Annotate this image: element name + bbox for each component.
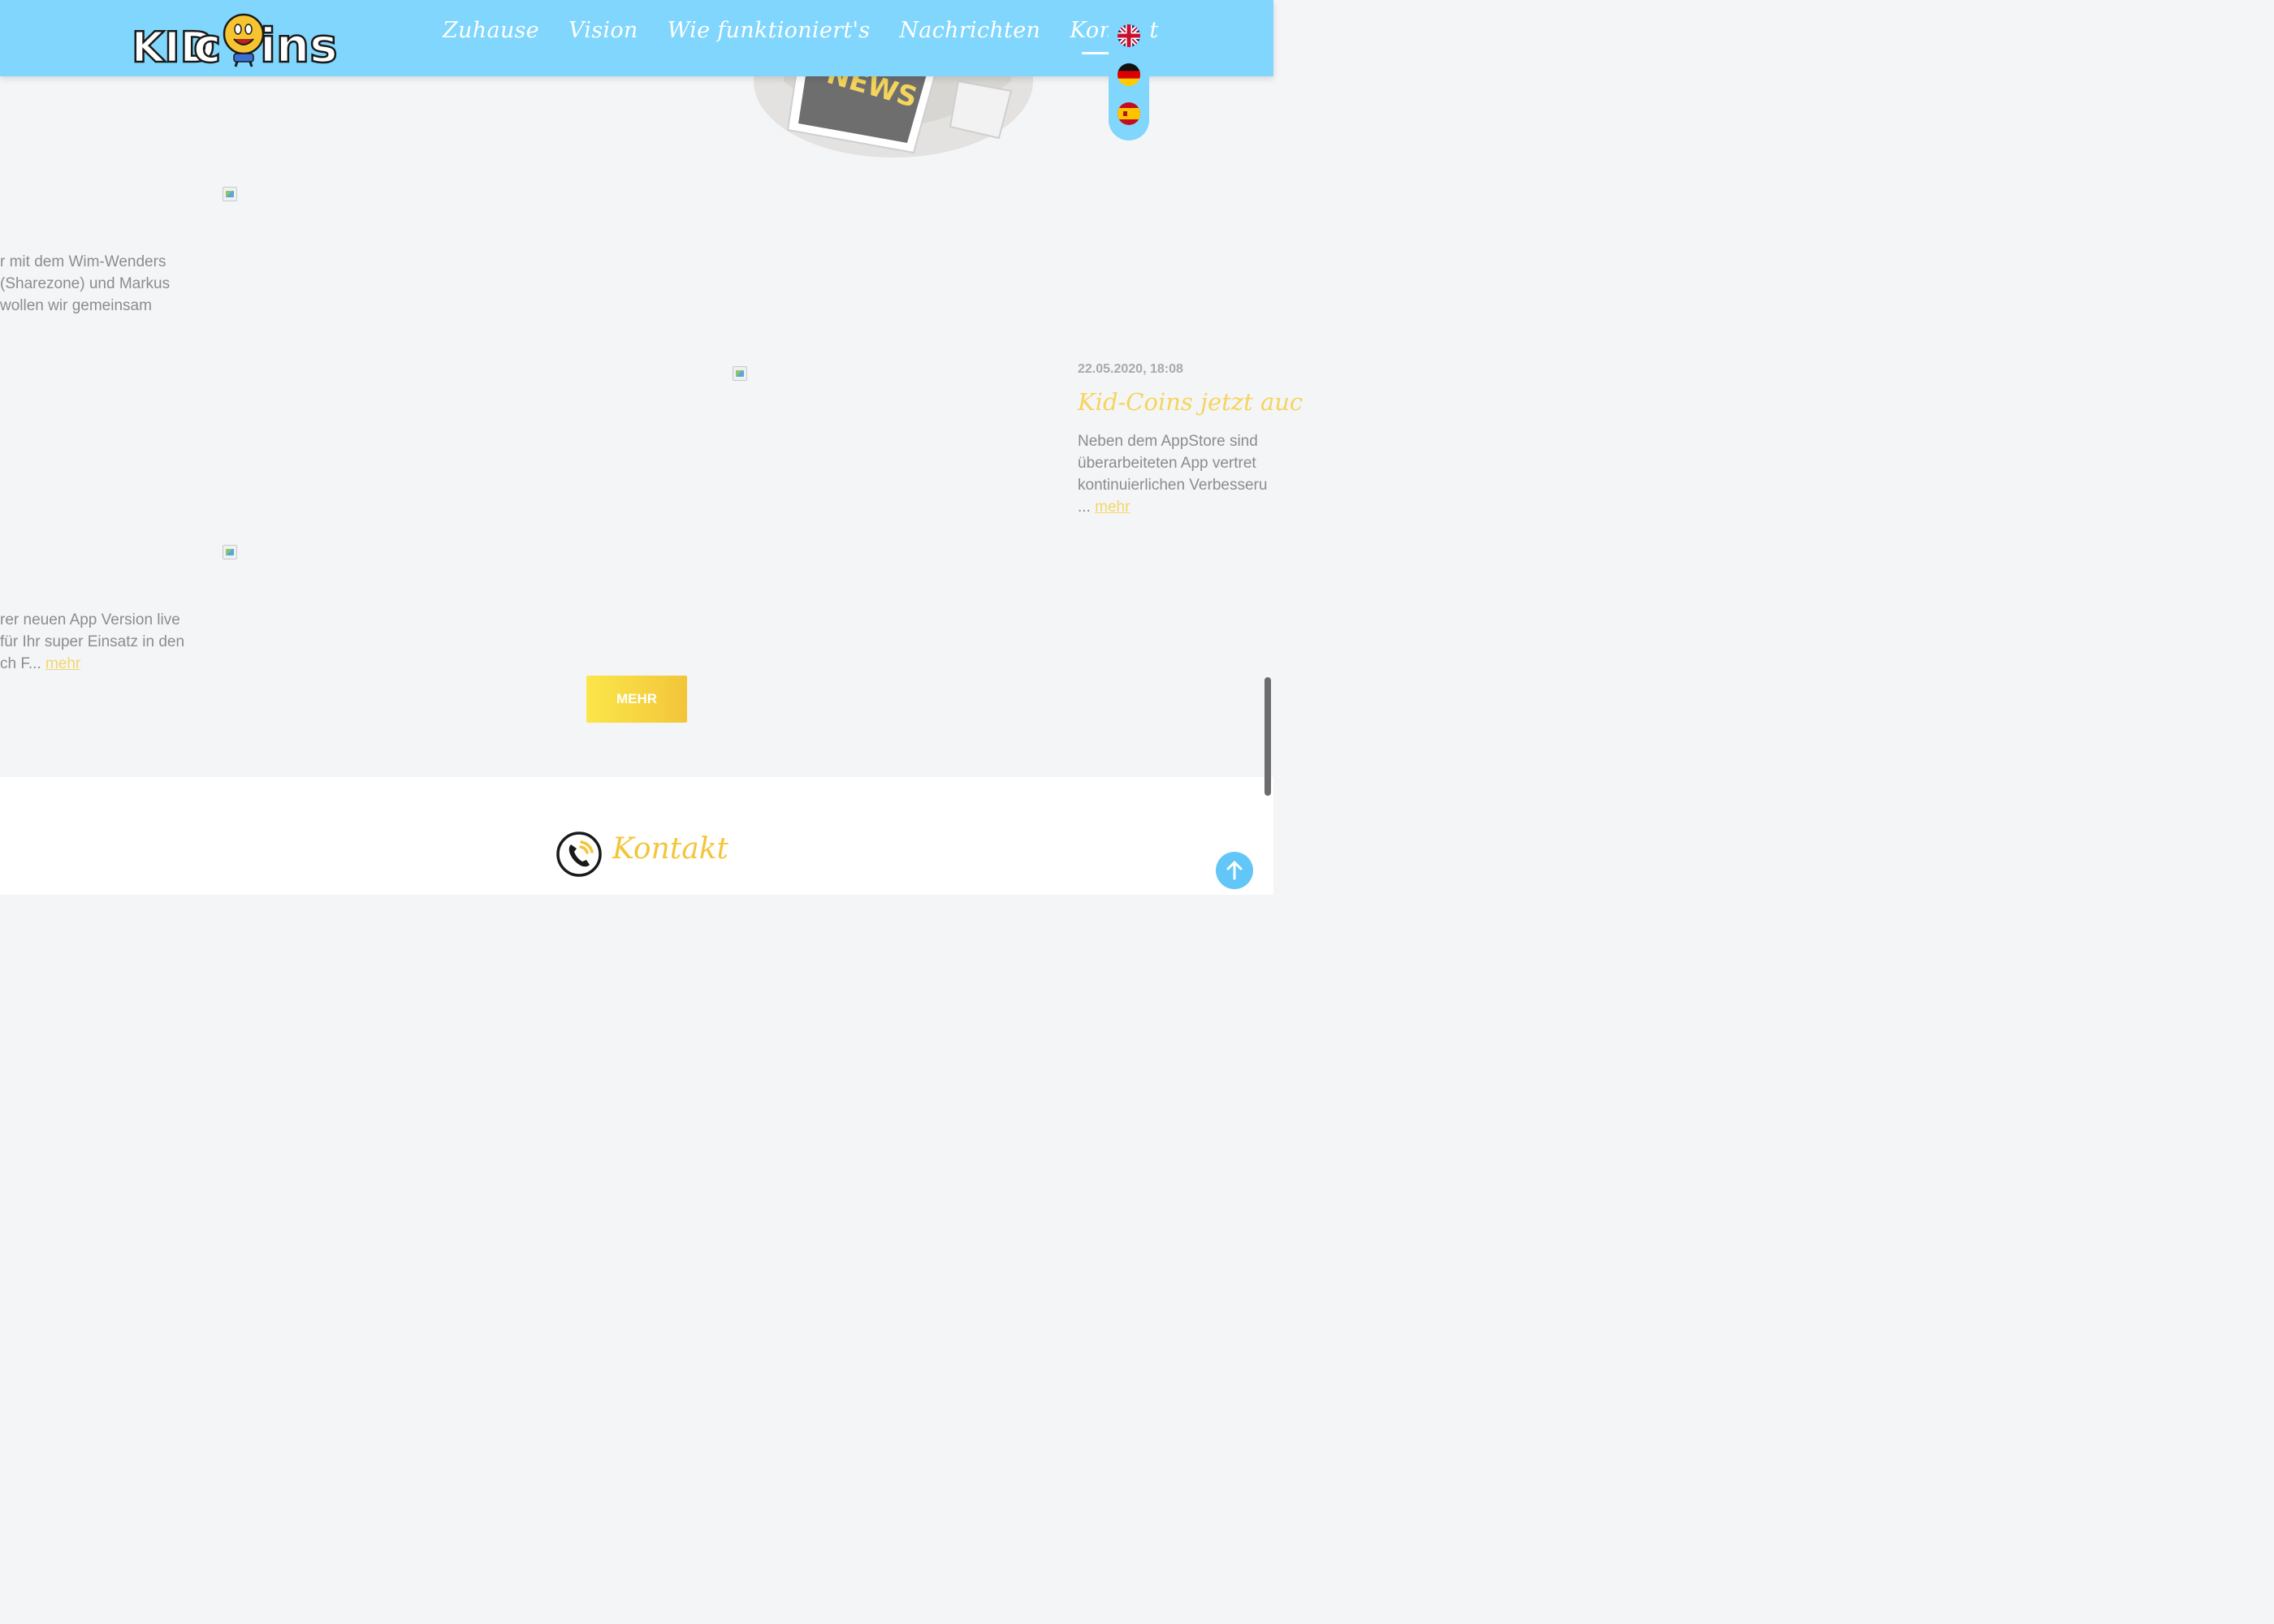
excerpt-line: ch F... mehr <box>0 653 184 675</box>
phone-icon <box>556 831 602 877</box>
main-nav: Zuhause Vision Wie funktioniert's Nachri… <box>443 18 1188 54</box>
kidcoins-logo[interactable]: KID c ins <box>130 10 343 68</box>
site-header: KID c ins Zuhause Vision Wie funktionier… <box>0 0 1273 76</box>
article-image <box>223 187 237 201</box>
more-link[interactable]: mehr <box>1095 499 1130 516</box>
nav-item-vision[interactable]: Vision <box>568 18 638 43</box>
excerpt-line: wollen wir gemeinsam <box>0 297 152 314</box>
excerpt-line: kontinuierlichen Verbesseru <box>1078 477 1268 494</box>
contact-section: Kontakt <box>0 777 1273 895</box>
contact-title: Kontakt <box>612 832 728 866</box>
english-flag-icon[interactable] <box>1118 24 1140 47</box>
nav-item-nachrichten[interactable]: Nachrichten <box>899 18 1040 43</box>
excerpt-line: ... mehr <box>1078 496 1267 518</box>
german-flag-icon[interactable] <box>1118 63 1140 86</box>
excerpt-line: (Sharezone) und Markus <box>0 275 171 292</box>
more-link[interactable]: mehr <box>45 655 80 672</box>
excerpt-last-line: ch F... <box>0 655 41 672</box>
article-image <box>223 545 237 559</box>
article-excerpt-3: rer neuen App Version live für Ihr super… <box>0 609 184 675</box>
nav-item-zuhause[interactable]: Zuhause <box>443 18 539 43</box>
article-title[interactable]: Kid-Coins jetzt auc <box>1078 388 1303 416</box>
excerpt-line: Neben dem AppStore sind <box>1078 433 1258 450</box>
excerpt-line: für Ihr super Einsatz in den <box>0 633 185 650</box>
language-switcher <box>1109 16 1149 140</box>
back-to-top-button[interactable] <box>1216 852 1253 889</box>
article-date: 22.05.2020, 18:08 <box>1078 362 1183 376</box>
svg-text:c: c <box>193 18 221 68</box>
article-excerpt-2: Neben dem AppStore sind überarbeiteten A… <box>1078 430 1267 518</box>
load-more-button[interactable]: MEHR <box>586 676 687 723</box>
excerpt-line: überarbeiteten App vertret <box>1078 455 1256 472</box>
spanish-flag-icon[interactable] <box>1118 102 1140 125</box>
article-image <box>733 366 747 381</box>
nav-item-wie-funktionierts[interactable]: Wie funktioniert's <box>668 18 871 43</box>
excerpt-line: r mit dem Wim-Wenders <box>0 253 166 270</box>
arrow-up-icon <box>1226 861 1243 880</box>
excerpt-line: rer neuen App Version live <box>0 611 180 628</box>
scrollbar-thumb[interactable] <box>1265 677 1271 796</box>
svg-text:ins: ins <box>260 18 338 68</box>
article-excerpt-1: r mit dem Wim-Wenders (Sharezone) und Ma… <box>0 251 170 317</box>
ellipsis: ... <box>1078 499 1091 516</box>
